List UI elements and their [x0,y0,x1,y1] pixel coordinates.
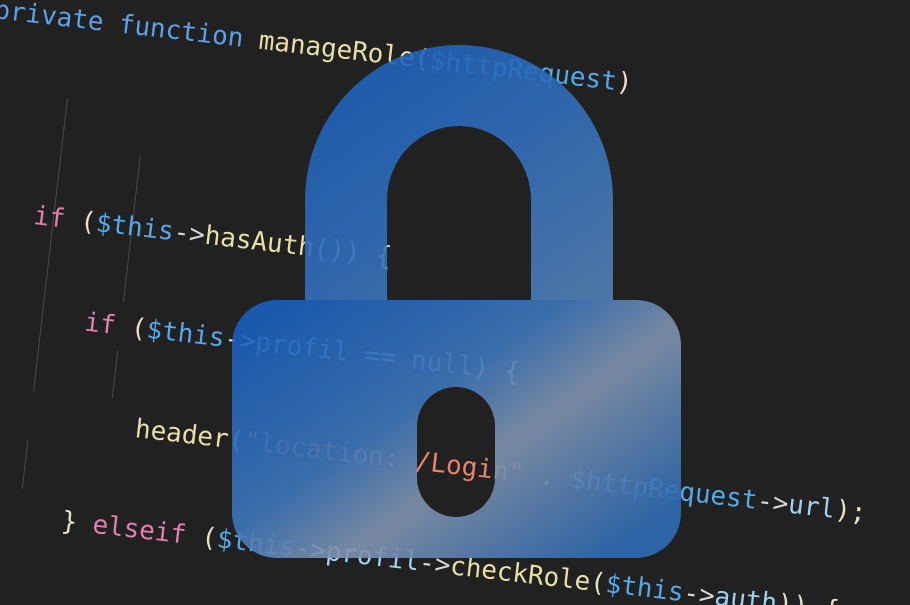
token-rparen-6: )) [775,589,825,605]
token-manageRole: manageRole [257,25,417,74]
token-httpRequest-use: $httpRequest [568,464,759,516]
token-function: function [117,9,246,54]
token-open-brace-2: { [374,240,394,273]
token-rparen-3: ) [471,352,491,385]
token-equals: == [362,339,398,374]
token-rparen-4: ); [833,495,868,529]
token-this-1: $this [94,208,176,248]
token-url: url [786,489,837,525]
token-close-brace-1: } [59,506,79,538]
code-block[interactable]: private function manageRole($httpRequest… [0,0,910,605]
token-profil-2: profil [324,536,421,578]
token-null: null [409,345,476,383]
token-auth: auth [712,581,779,605]
screenshot-stage: private function manageRole($httpRequest… [0,0,910,605]
token-arrow-1: -> [172,217,207,251]
token-rparen-1: ) [614,67,634,99]
token-checkRole: checkRole [448,551,592,598]
code-editor-surface: private function manageRole($httpRequest… [0,0,910,605]
token-private: private [0,0,106,38]
token-this-3: $this [215,524,297,564]
token-arrow-6: -> [681,578,717,605]
token-httpRequest-param: $httpRequest [428,45,619,97]
token-open-brace-4: { [822,594,841,605]
token-concat: . [537,460,557,493]
token-parens-1: ()) [312,233,378,271]
token-elseif: elseif [90,509,188,551]
token-arrow-2: -> [222,323,258,358]
token-this-2: $this [145,314,227,354]
token-arrow-3: -> [755,486,791,520]
token-open-brace-3: { [502,356,522,388]
token-hasAuth: hasAuth [203,220,316,264]
token-if-2: if [82,307,118,341]
token-this-4: $this [604,569,686,605]
token-if-1: if [32,201,67,235]
token-arrow-5: -> [417,547,453,582]
token-header: header [133,414,231,455]
token-arrow-4: -> [293,533,328,567]
token-login-string: "location: /Login" [242,426,526,489]
token-profil-1: profil [253,327,351,368]
